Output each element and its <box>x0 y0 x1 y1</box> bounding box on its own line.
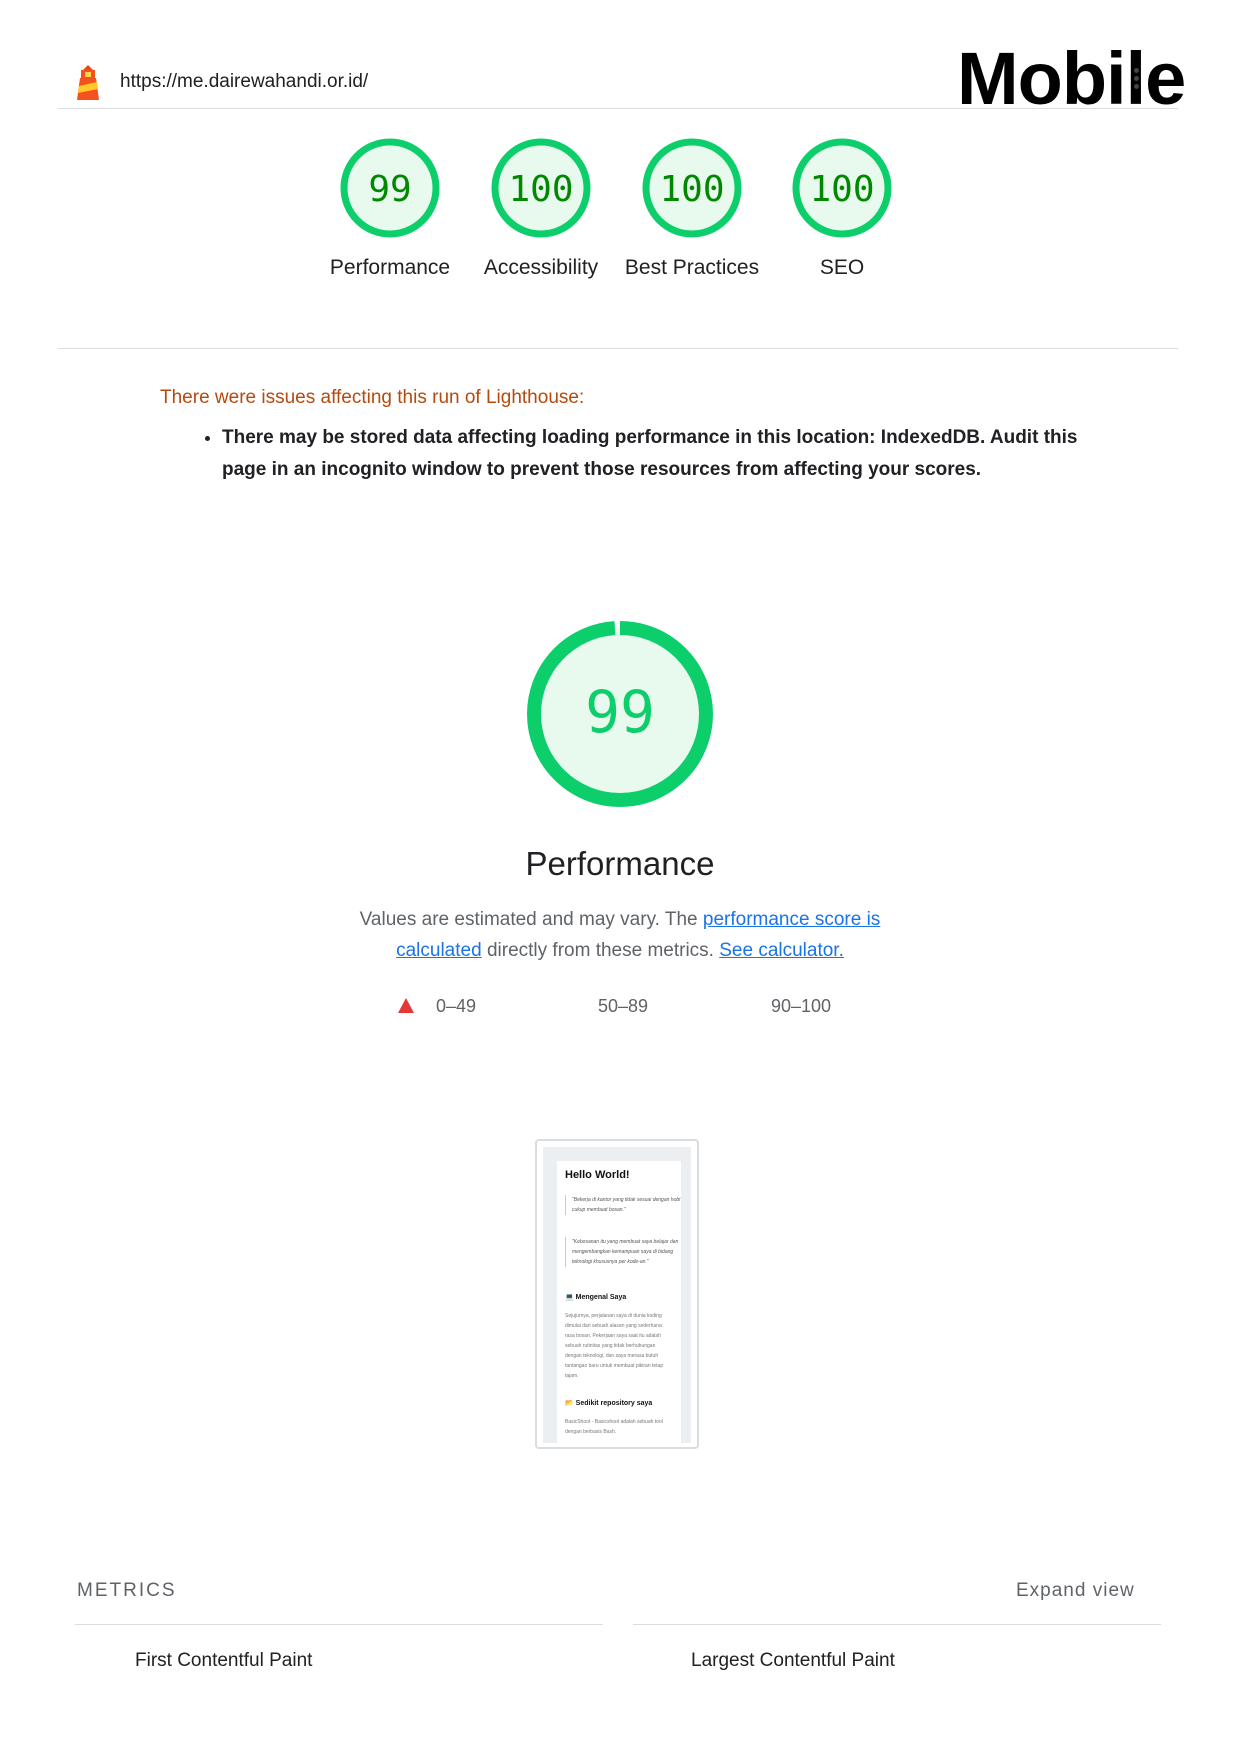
divider <box>58 348 1178 349</box>
screenshot-paragraph: BasicShoot - Basicshoot adalah sebuah to… <box>565 1419 663 1435</box>
gauge-label: SEO <box>819 256 865 279</box>
performance-gauge: 99 <box>520 614 720 814</box>
gauge-ring: 100 <box>792 138 892 238</box>
metric-fcp: First Contentful Paint <box>135 1650 313 1671</box>
warnings-list: There may be stored data affecting loadi… <box>200 422 1122 486</box>
category-gauge[interactable]: 100 Accessibility <box>471 136 611 283</box>
page-url[interactable]: https://me.dairewahandi.or.id/ <box>120 71 368 93</box>
performance-title: Performance <box>525 845 715 882</box>
gauge-ring: 100 <box>642 138 742 238</box>
warning-item: There may be stored data affecting loadi… <box>222 422 1122 486</box>
legend-average: 50–89 <box>598 996 649 1016</box>
gauge-score: 100 <box>659 169 724 210</box>
screenshot-quote: "Bekerja di kantor yang tidak sesuai den… <box>565 1195 681 1215</box>
metric-lcp: Largest Contentful Paint <box>691 1650 895 1671</box>
legend-fail: 0–49 <box>436 996 477 1016</box>
performance-score: 99 <box>585 678 655 746</box>
screenshot-heading: Hello World! <box>565 1169 630 1181</box>
desc-middle: directly from these metrics. <box>481 940 720 961</box>
category-gauge[interactable]: 100 SEO <box>772 136 912 283</box>
gauge-ring: 99 <box>340 138 440 238</box>
device-label: Mobile <box>957 37 1186 120</box>
expand-view-toggle[interactable]: Expand view <box>1016 1580 1135 1602</box>
gauge-score: 100 <box>508 169 573 210</box>
divider <box>75 1624 603 1625</box>
performance-description: Values are estimated and may vary. The p… <box>320 904 920 966</box>
final-screenshot: Hello World! "Bekerja di kantor yang tid… <box>535 1139 699 1449</box>
desc-prefix: Values are estimated and may vary. The <box>359 909 703 930</box>
screenshot-paragraph: Sejujurnya, perjalanan saya di dunia kod… <box>565 1313 664 1379</box>
gauge-ring: 100 <box>491 138 591 238</box>
screenshot-section-title: 💻 Mengenal Saya <box>565 1294 627 1301</box>
fail-triangle-icon <box>398 998 414 1013</box>
see-calculator-link[interactable]: See calculator. <box>719 940 844 961</box>
gauge-score: 99 <box>368 169 411 210</box>
gauge-score: 100 <box>809 169 874 210</box>
gauge-label: Best Practices <box>624 256 760 279</box>
lighthouse-icon <box>74 64 102 102</box>
gauge-label: Performance <box>329 256 451 279</box>
metrics-heading: METRICS <box>77 1580 177 1601</box>
screenshot-section-title: 📂 Sedikit repository saya <box>565 1400 653 1407</box>
screenshot-quote: "Kebosanan itu yang membuat saya belajar… <box>565 1237 681 1267</box>
category-gauge[interactable]: 99 Performance <box>320 136 460 283</box>
category-gauge[interactable]: 100 Best Practices <box>622 136 762 283</box>
warnings-title: There were issues affecting this run of … <box>160 387 585 408</box>
legend-pass: 90–100 <box>771 996 832 1016</box>
more-menu-icon[interactable] <box>1134 68 1140 92</box>
gauge-label: Accessibility <box>483 256 599 279</box>
divider <box>633 1624 1161 1625</box>
